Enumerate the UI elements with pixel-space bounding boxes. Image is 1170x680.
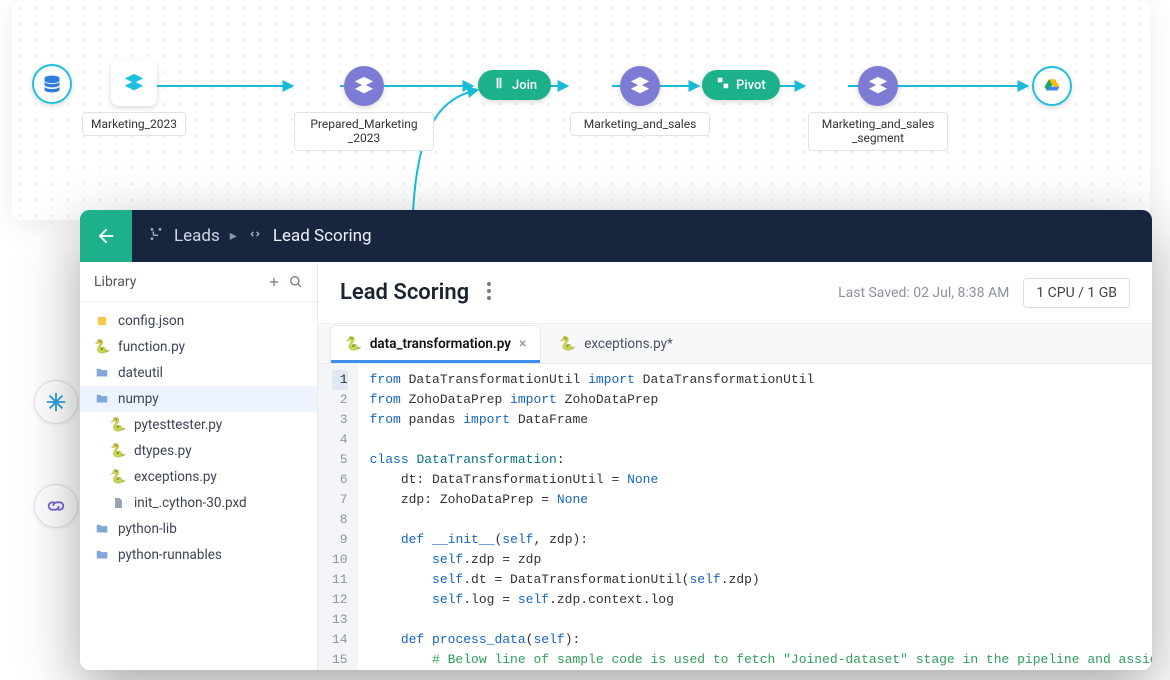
file-icon xyxy=(110,495,126,511)
dots-vertical-icon xyxy=(487,282,491,300)
node-gdrive-destination[interactable] xyxy=(1032,66,1072,106)
folder-open-icon xyxy=(94,391,110,407)
folder-icon xyxy=(94,365,110,381)
breadcrumb-parent[interactable]: Leads xyxy=(174,226,220,246)
tree-item-python-runnables[interactable]: python-runnables xyxy=(80,542,317,568)
tree-item-label: dtypes.py xyxy=(134,443,192,459)
tab-label: data_transformation.py xyxy=(370,336,511,352)
tree-item-function-py[interactable]: 🐍 function.py xyxy=(80,334,317,360)
node-label: Prepared_Marketing _2023 xyxy=(294,112,434,151)
pivot-icon xyxy=(716,76,730,94)
tree-item-label: pytesttester.py xyxy=(134,417,222,433)
json-file-icon xyxy=(94,313,110,329)
node-label: Marketing_2023 xyxy=(82,112,186,136)
tool-snowflake[interactable] xyxy=(34,380,78,424)
snowflake-icon xyxy=(45,391,67,413)
last-saved-text: Last Saved: 02 Jul, 8:38 AM xyxy=(838,285,1009,301)
database-icon xyxy=(32,64,72,104)
code-icon xyxy=(247,226,263,247)
more-menu-button[interactable] xyxy=(483,278,495,308)
tree-item-label: numpy xyxy=(118,391,159,407)
python-file-icon: 🐍 xyxy=(345,336,362,352)
tree-item-exceptions[interactable]: 🐍 exceptions.py xyxy=(80,464,317,490)
pill-label: Pivot xyxy=(736,78,766,93)
tree-item-dateutil[interactable]: dateutil xyxy=(80,360,317,386)
python-file-icon: 🐍 xyxy=(110,469,126,485)
python-file-icon: 🐍 xyxy=(110,417,126,433)
layers-icon xyxy=(344,66,384,106)
add-button[interactable] xyxy=(263,271,285,293)
tool-link[interactable] xyxy=(34,484,78,528)
python-file-icon: 🐍 xyxy=(559,336,576,352)
tree-item-dtypes[interactable]: 🐍 dtypes.py xyxy=(80,438,317,464)
layers-icon xyxy=(620,66,660,106)
ide-header: Leads ▸ Lead Scoring xyxy=(80,210,1152,262)
library-title: Library xyxy=(94,274,136,290)
tree-item-numpy[interactable]: numpy xyxy=(80,386,317,412)
tree-item-label: function.py xyxy=(118,339,185,355)
editor-tabs: 🐍 data_transformation.py × 🐍 exceptions.… xyxy=(318,324,1152,364)
line-number-gutter: 123456789101112131415161718 xyxy=(318,364,358,670)
tree-item-init-cython[interactable]: init_.cython-30.pxd xyxy=(80,490,317,516)
python-file-icon: 🐍 xyxy=(94,339,110,355)
ide-panel: Leads ▸ Lead Scoring Library config.json… xyxy=(80,210,1152,670)
tab-close-button[interactable]: × xyxy=(519,336,526,352)
join-icon xyxy=(492,76,506,94)
tab-label: exceptions.py* xyxy=(584,336,673,352)
layers-icon xyxy=(111,60,157,106)
node-marketing-2023[interactable]: Marketing_2023 xyxy=(82,60,186,136)
code-editor[interactable]: 123456789101112131415161718 from DataTra… xyxy=(318,364,1152,670)
node-pivot[interactable]: Pivot xyxy=(702,70,780,100)
node-label: Marketing_and_sales _segment xyxy=(808,112,948,151)
link-icon xyxy=(45,495,67,517)
node-label: Marketing_and_sales xyxy=(570,112,710,136)
arrow-left-icon xyxy=(95,225,117,247)
tree-item-label: init_.cython-30.pxd xyxy=(134,495,247,511)
node-prepared-marketing-2023[interactable]: Prepared_Marketing _2023 xyxy=(294,66,434,151)
python-file-icon: 🐍 xyxy=(110,443,126,459)
editor-panel: Lead Scoring Last Saved: 02 Jul, 8:38 AM… xyxy=(318,262,1152,670)
node-source-db[interactable] xyxy=(32,64,72,104)
plus-icon xyxy=(267,275,281,289)
pill-label: Join xyxy=(512,78,537,93)
chevron-right-icon: ▸ xyxy=(230,228,237,244)
tree-item-label: python-lib xyxy=(118,521,177,537)
node-marketing-and-sales[interactable]: Marketing_and_sales xyxy=(570,66,710,136)
google-drive-icon xyxy=(1032,66,1072,106)
folder-icon xyxy=(94,547,110,563)
tab-data-transformation[interactable]: 🐍 data_transformation.py × xyxy=(330,325,541,363)
tree-item-label: python-runnables xyxy=(118,547,222,563)
tree-item-label: config.json xyxy=(118,313,184,329)
code-content[interactable]: from DataTransformationUtil import DataT… xyxy=(358,364,1152,670)
file-tree: config.json 🐍function.py dateutil numpy … xyxy=(80,302,317,574)
tab-exceptions[interactable]: 🐍 exceptions.py* xyxy=(545,325,686,363)
folder-icon xyxy=(94,521,110,537)
breadcrumb: Leads ▸ Lead Scoring xyxy=(132,226,388,247)
layers-icon xyxy=(858,66,898,106)
tree-item-pytesttester[interactable]: 🐍 pytesttester.py xyxy=(80,412,317,438)
pipeline-canvas[interactable]: Marketing_2023 Prepared_Marketing _2023 … xyxy=(12,0,1150,220)
tree-item-label: exceptions.py xyxy=(134,469,217,485)
node-marketing-and-sales-segment[interactable]: Marketing_and_sales _segment xyxy=(808,66,948,151)
tree-item-config-json[interactable]: config.json xyxy=(80,308,317,334)
breadcrumb-current: Lead Scoring xyxy=(273,226,372,246)
branch-icon xyxy=(148,226,164,247)
search-icon xyxy=(289,275,303,289)
node-join[interactable]: Join xyxy=(478,70,551,100)
page-title: Lead Scoring xyxy=(340,280,469,305)
resource-selector[interactable]: 1 CPU / 1 GB xyxy=(1023,278,1130,308)
library-header: Library xyxy=(80,262,317,302)
back-button[interactable] xyxy=(80,210,132,262)
editor-toolbar: Lead Scoring Last Saved: 02 Jul, 8:38 AM… xyxy=(318,262,1152,324)
library-panel: Library config.json 🐍 function.py dateuti… xyxy=(80,262,318,670)
search-button[interactable] xyxy=(285,271,307,293)
tree-item-label: dateutil xyxy=(118,365,163,381)
tree-item-python-lib[interactable]: python-lib xyxy=(80,516,317,542)
